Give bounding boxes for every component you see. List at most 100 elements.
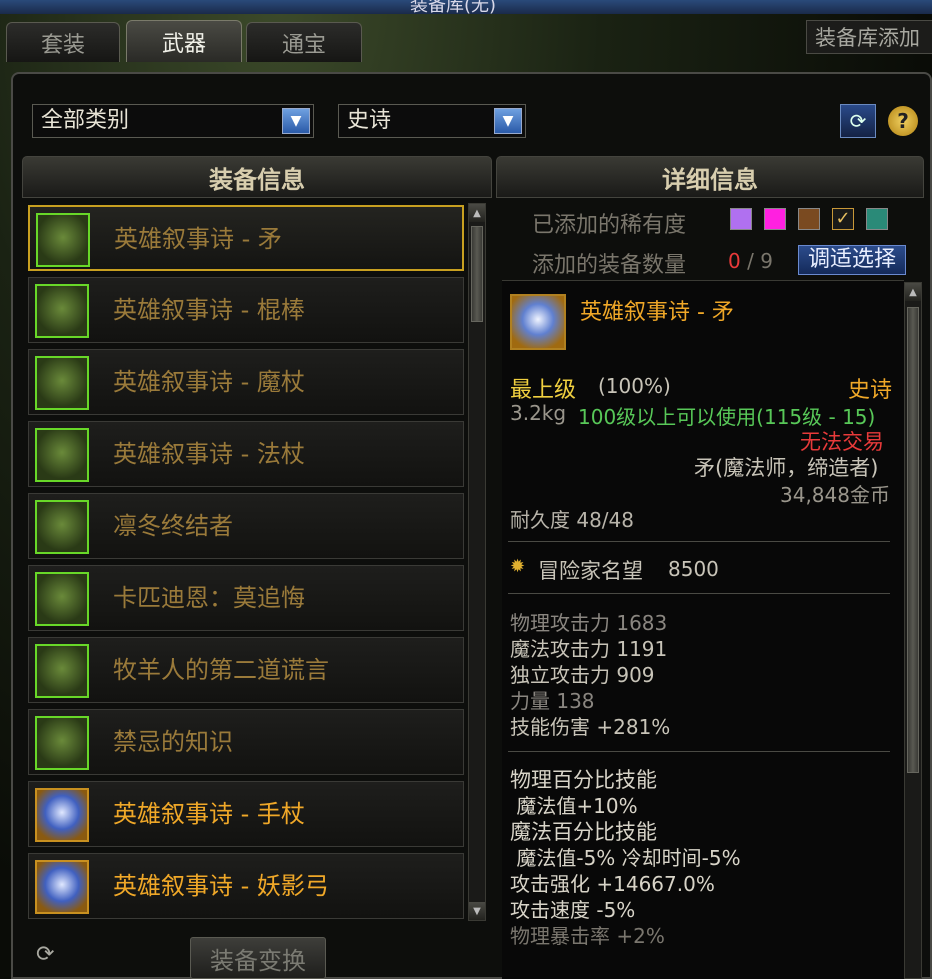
category-select[interactable]: 全部类别 ▼ — [32, 104, 314, 138]
equipment-count: 0 / 9 — [728, 249, 773, 273]
scroll-thumb[interactable] — [471, 226, 483, 322]
list-item[interactable]: 英雄叙事诗 - 矛 — [28, 205, 464, 271]
scroll-up-icon[interactable]: ▲ — [905, 283, 921, 301]
effect-line: 攻击速度 -5% — [510, 898, 636, 922]
equipment-list: 英雄叙事诗 - 矛 英雄叙事诗 - 棍棒 英雄叙事诗 - 魔杖 英雄叙事诗 - … — [24, 201, 490, 923]
rarity-swatch-checked[interactable]: ✓ — [832, 208, 854, 230]
item-name: 英雄叙事诗 - 矛 — [114, 225, 282, 253]
equipment-info-header: 装备信息 — [22, 156, 492, 198]
scroll-down-icon[interactable]: ▼ — [469, 902, 485, 920]
weapon-icon — [35, 284, 89, 338]
fame-icon: ✹ — [510, 556, 526, 577]
convert-equipment-button[interactable]: 装备变换 — [190, 937, 326, 979]
list-item[interactable]: 牧羊人的第二道谎言 — [28, 637, 464, 703]
list-item[interactable]: 卡匹迪恩：莫追悔 — [28, 565, 464, 631]
item-grade: 最上级 — [510, 378, 577, 403]
weapon-icon — [36, 213, 90, 267]
count-current: 0 — [728, 249, 741, 273]
item-name: 英雄叙事诗 - 手杖 — [113, 800, 305, 828]
weapon-icon — [35, 716, 89, 770]
item-name: 禁忌的知识 — [113, 728, 233, 756]
tab-label: 武器 — [161, 31, 206, 57]
divider — [508, 541, 890, 542]
check-icon: ✓ — [835, 208, 851, 229]
add-library-button[interactable]: 装备库添加 — [806, 20, 932, 54]
chevron-down-icon[interactable]: ▼ — [494, 108, 522, 134]
window-title-bar: 装备库(无) — [0, 0, 932, 14]
item-rarity: 史诗 — [848, 378, 893, 403]
item-name: 英雄叙事诗 - 棍棒 — [113, 296, 305, 324]
item-title: 英雄叙事诗 - 矛 — [580, 300, 734, 325]
rarity-swatch[interactable] — [798, 208, 820, 230]
item-grade-percent: (100%) — [598, 374, 671, 398]
weapon-icon — [35, 428, 89, 482]
item-name: 英雄叙事诗 - 魔杖 — [113, 368, 305, 396]
count-max: 9 — [760, 249, 773, 273]
tab-weapons[interactable]: 武器 — [126, 20, 242, 62]
tab-label: 套装 — [40, 32, 85, 58]
weapon-icon — [35, 644, 89, 698]
fame-value: 8500 — [668, 557, 719, 581]
item-name: 卡匹迪恩：莫追悔 — [113, 584, 305, 612]
list-item[interactable]: 禁忌的知识 — [28, 709, 464, 775]
divider — [508, 593, 890, 594]
item-name: 英雄叙事诗 - 妖影弓 — [113, 872, 329, 900]
weapon-icon — [510, 294, 566, 350]
stat-line: 魔法攻击力 1191 — [510, 637, 668, 661]
divider — [508, 751, 890, 752]
effect-line: 攻击强化 +14667.0% — [510, 872, 715, 896]
weapon-icon — [35, 788, 89, 842]
effect-line: 魔法值+10% — [510, 794, 638, 818]
stat-line: 力量 138 — [510, 689, 595, 713]
tab-label: 通宝 — [281, 32, 326, 58]
window-title: 装备库(无) — [410, 0, 497, 14]
effect-line: 魔法值-5% 冷却时间-5% — [510, 846, 741, 870]
item-type: 矛(魔法师，缔造者) — [694, 456, 879, 480]
panel-title: 详细信息 — [662, 165, 758, 194]
equipment-count-label: 添加的装备数量 — [532, 253, 687, 278]
list-item[interactable]: 英雄叙事诗 - 棍棒 — [28, 277, 464, 343]
button-label: 装备变换 — [210, 946, 306, 975]
weapon-icon — [35, 860, 89, 914]
tab-suits[interactable]: 套装 — [6, 22, 120, 62]
list-item[interactable]: 凛冬终结者 — [28, 493, 464, 559]
chevron-down-icon[interactable]: ▼ — [282, 108, 310, 134]
weapon-icon — [35, 356, 89, 410]
adjust-selection-button[interactable]: 调适选择 — [798, 245, 906, 275]
rarity-swatch[interactable] — [764, 208, 786, 230]
refresh-button[interactable]: ⟳ — [840, 104, 876, 138]
rarity-added-label: 已添加的稀有度 — [532, 213, 687, 238]
button-label: 调适选择 — [807, 247, 896, 272]
rarity-select[interactable]: 史诗 ▼ — [338, 104, 526, 138]
detail-info-header: 详细信息 — [496, 156, 924, 198]
scroll-thumb[interactable] — [907, 307, 919, 773]
weapon-icon — [35, 572, 89, 626]
effect-line: 物理暴击率 +2% — [510, 924, 665, 948]
detail-scrollbar[interactable]: ▲ — [904, 282, 922, 979]
stat-line: 技能伤害 +281% — [510, 715, 671, 739]
scroll-up-icon[interactable]: ▲ — [469, 204, 485, 222]
panel-title: 装备信息 — [209, 165, 305, 194]
item-weight: 3.2kg — [510, 401, 567, 425]
weapon-icon — [35, 500, 89, 554]
fame-label: 冒险家名望 — [538, 559, 643, 583]
refresh-icon[interactable]: ⟳ — [36, 942, 54, 967]
stat-line: 物理攻击力 1683 — [510, 611, 668, 635]
item-name: 牧羊人的第二道谎言 — [113, 656, 329, 684]
category-select-value: 全部类别 — [41, 108, 130, 133]
item-price: 34,848金币 — [780, 483, 890, 507]
rarity-swatch[interactable] — [730, 208, 752, 230]
list-item[interactable]: 英雄叙事诗 - 妖影弓 — [28, 853, 464, 919]
list-item[interactable]: 英雄叙事诗 - 魔杖 — [28, 349, 464, 415]
rarity-swatch[interactable] — [866, 208, 888, 230]
rarity-select-value: 史诗 — [347, 108, 392, 133]
count-separator: / — [747, 249, 754, 273]
list-scrollbar[interactable]: ▲ ▼ — [468, 203, 486, 921]
item-durability: 耐久度 48/48 — [510, 508, 634, 532]
list-item[interactable]: 英雄叙事诗 - 手杖 — [28, 781, 464, 847]
help-icon[interactable]: ? — [888, 106, 918, 136]
refresh-icon: ⟳ — [849, 109, 867, 133]
tab-treasure[interactable]: 通宝 — [246, 22, 362, 62]
item-name: 凛冬终结者 — [113, 512, 233, 540]
list-item[interactable]: 英雄叙事诗 - 法杖 — [28, 421, 464, 487]
